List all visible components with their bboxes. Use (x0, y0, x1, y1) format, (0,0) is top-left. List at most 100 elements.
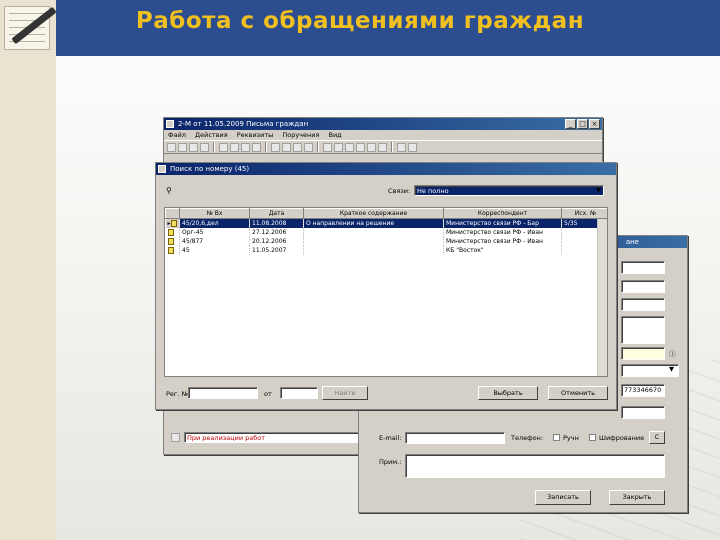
col-outgoing[interactable]: Исх. № (561, 208, 607, 219)
info-icon[interactable]: ⓘ (669, 348, 676, 358)
link-select-arrow-icon[interactable]: ▼ (596, 186, 601, 194)
toolbar-help-icon[interactable] (397, 142, 406, 152)
card-combo-arrow-icon[interactable]: ▼ (669, 365, 674, 373)
toolbar-copy-icon[interactable] (189, 142, 198, 152)
toolbar-preview-icon[interactable] (241, 142, 250, 152)
close-button[interactable]: × (589, 119, 600, 129)
c-button[interactable]: С (649, 431, 665, 444)
manual-checkbox[interactable] (553, 434, 560, 441)
cell-number: Орг-45 (179, 227, 250, 237)
select-button[interactable]: Выбрать (478, 386, 538, 400)
menu-assignments[interactable]: Поручения (282, 131, 319, 139)
manual-checkbox-label: Ручн (563, 434, 579, 442)
toolbar-separator (391, 142, 393, 152)
toolbar-open-icon[interactable] (178, 142, 187, 152)
results-table: № Вх Дата Краткое содержание Корреспонде… (165, 208, 607, 255)
table-vertical-scrollbar[interactable] (597, 219, 607, 376)
toolbar-first-icon[interactable] (345, 142, 354, 152)
menu-file[interactable]: Файл (168, 131, 186, 139)
menu-actions[interactable]: Действия (195, 131, 228, 139)
phone-label: Телефон: (511, 434, 544, 442)
toolbar-last-icon[interactable] (378, 142, 387, 152)
card-field-1[interactable] (621, 261, 665, 274)
row-marker: ▸ (165, 218, 180, 228)
card-phone-field[interactable]: 773346670 (621, 384, 665, 397)
col-date[interactable]: Дата (249, 208, 304, 219)
note-field[interactable] (405, 454, 665, 478)
find-button-label: Найти (334, 389, 356, 397)
minimize-button[interactable]: _ (565, 119, 576, 129)
col-summary[interactable]: Краткое содержание (303, 208, 444, 219)
col-number[interactable]: № Вх (179, 208, 250, 219)
toolbar-next-icon[interactable] (367, 142, 376, 152)
cell-summary (303, 227, 444, 237)
card-field-4[interactable] (621, 347, 665, 360)
toolbar-separator (213, 142, 215, 152)
col-correspondent[interactable]: Корреспондент (443, 208, 562, 219)
maximize-button[interactable]: □ (577, 119, 588, 129)
cell-correspondent: Министерство связи РФ - Иван (443, 227, 562, 237)
cell-summary (303, 245, 444, 255)
cell-summary: О направлении на решение (303, 218, 444, 228)
table-row[interactable]: 45 11.05.2007 КБ "Восток" (165, 245, 607, 255)
toolbar-print-icon[interactable] (230, 142, 239, 152)
main-toolbar (164, 140, 602, 154)
toolbar-find-icon[interactable] (293, 142, 302, 152)
card-field-5[interactable] (621, 406, 665, 419)
status-field[interactable]: При реализации работ (184, 432, 364, 443)
link-label: Связи: (388, 187, 411, 195)
email-field[interactable] (405, 432, 505, 444)
card-field-address[interactable] (621, 316, 665, 344)
email-label: E-mail: (379, 434, 402, 442)
table-row[interactable]: Орг-45 27.12.2006 Министерство связи РФ … (165, 227, 607, 237)
slide-header: Работа с обращениями граждан (0, 0, 720, 56)
card-phone-value: 773346670 (624, 386, 662, 394)
find-button[interactable]: Найти (322, 386, 368, 400)
toolbar-prev-icon[interactable] (356, 142, 365, 152)
cell-summary (303, 236, 444, 246)
toolbar-delete-icon[interactable] (323, 142, 332, 152)
encryption-checkbox[interactable] (589, 434, 596, 441)
from-date-field[interactable] (280, 387, 318, 399)
card-window-title: ане (625, 238, 639, 246)
toolbar-separator (265, 142, 267, 152)
tree-icon[interactable]: ⚲ (166, 186, 172, 195)
reg-number-field[interactable] (188, 387, 258, 399)
card-field-3[interactable] (621, 298, 665, 311)
toolbar-new-icon[interactable] (167, 142, 176, 152)
encryption-checkbox-label: Шифрование (599, 434, 645, 442)
cell-number: 45/20,6,дел (179, 218, 250, 228)
toolbar-sort-icon[interactable] (304, 142, 313, 152)
cell-date: 11.08.2008 (249, 218, 304, 228)
card-field-2[interactable] (621, 280, 665, 293)
table-row[interactable]: ▸ 45/20,6,дел 11.08.2008 О направлении н… (165, 218, 607, 228)
cancel-button[interactable]: Отменить (548, 386, 608, 400)
toolbar-save-icon[interactable] (219, 142, 228, 152)
main-menubar: Файл Действия Реквизиты Поручения Вид (164, 130, 602, 140)
toolbar-attach-icon[interactable] (252, 142, 261, 152)
dialog-icon (158, 165, 166, 173)
card-close-button-label: Закрыть (622, 493, 652, 501)
table-row[interactable]: 45/877 20.12.2006 Министерство связи РФ … (165, 236, 607, 246)
row-marker (165, 245, 180, 255)
col-marker (165, 208, 180, 219)
cancel-button-label: Отменить (561, 389, 595, 397)
card-close-button[interactable]: Закрыть (609, 490, 665, 505)
menu-requisites[interactable]: Реквизиты (237, 131, 274, 139)
reg-number-label: Рег. № (166, 390, 189, 398)
toolbar-paste-icon[interactable] (200, 142, 209, 152)
save-button[interactable]: Записать (535, 490, 591, 505)
main-window-titlebar: 2-М от 11.05.2009 Письма граждан _ □ × (164, 118, 602, 130)
app-icon (166, 120, 174, 128)
link-select[interactable]: Не полно (414, 185, 604, 196)
toolbar-filter-icon[interactable] (282, 142, 291, 152)
toolbar-refresh-icon[interactable] (271, 142, 280, 152)
c-button-label: С (654, 433, 660, 441)
toolbar-exit-icon[interactable] (408, 142, 417, 152)
cell-number: 45/877 (179, 236, 250, 246)
status-text: При реализации работ (187, 434, 266, 442)
toolbar-gear-icon[interactable] (334, 142, 343, 152)
search-dialog-title: Поиск по номеру (45) (170, 165, 250, 173)
search-dialog: Поиск по номеру (45) ⚲ Связи: Не полно ▼… (155, 162, 617, 410)
menu-view[interactable]: Вид (328, 131, 341, 139)
